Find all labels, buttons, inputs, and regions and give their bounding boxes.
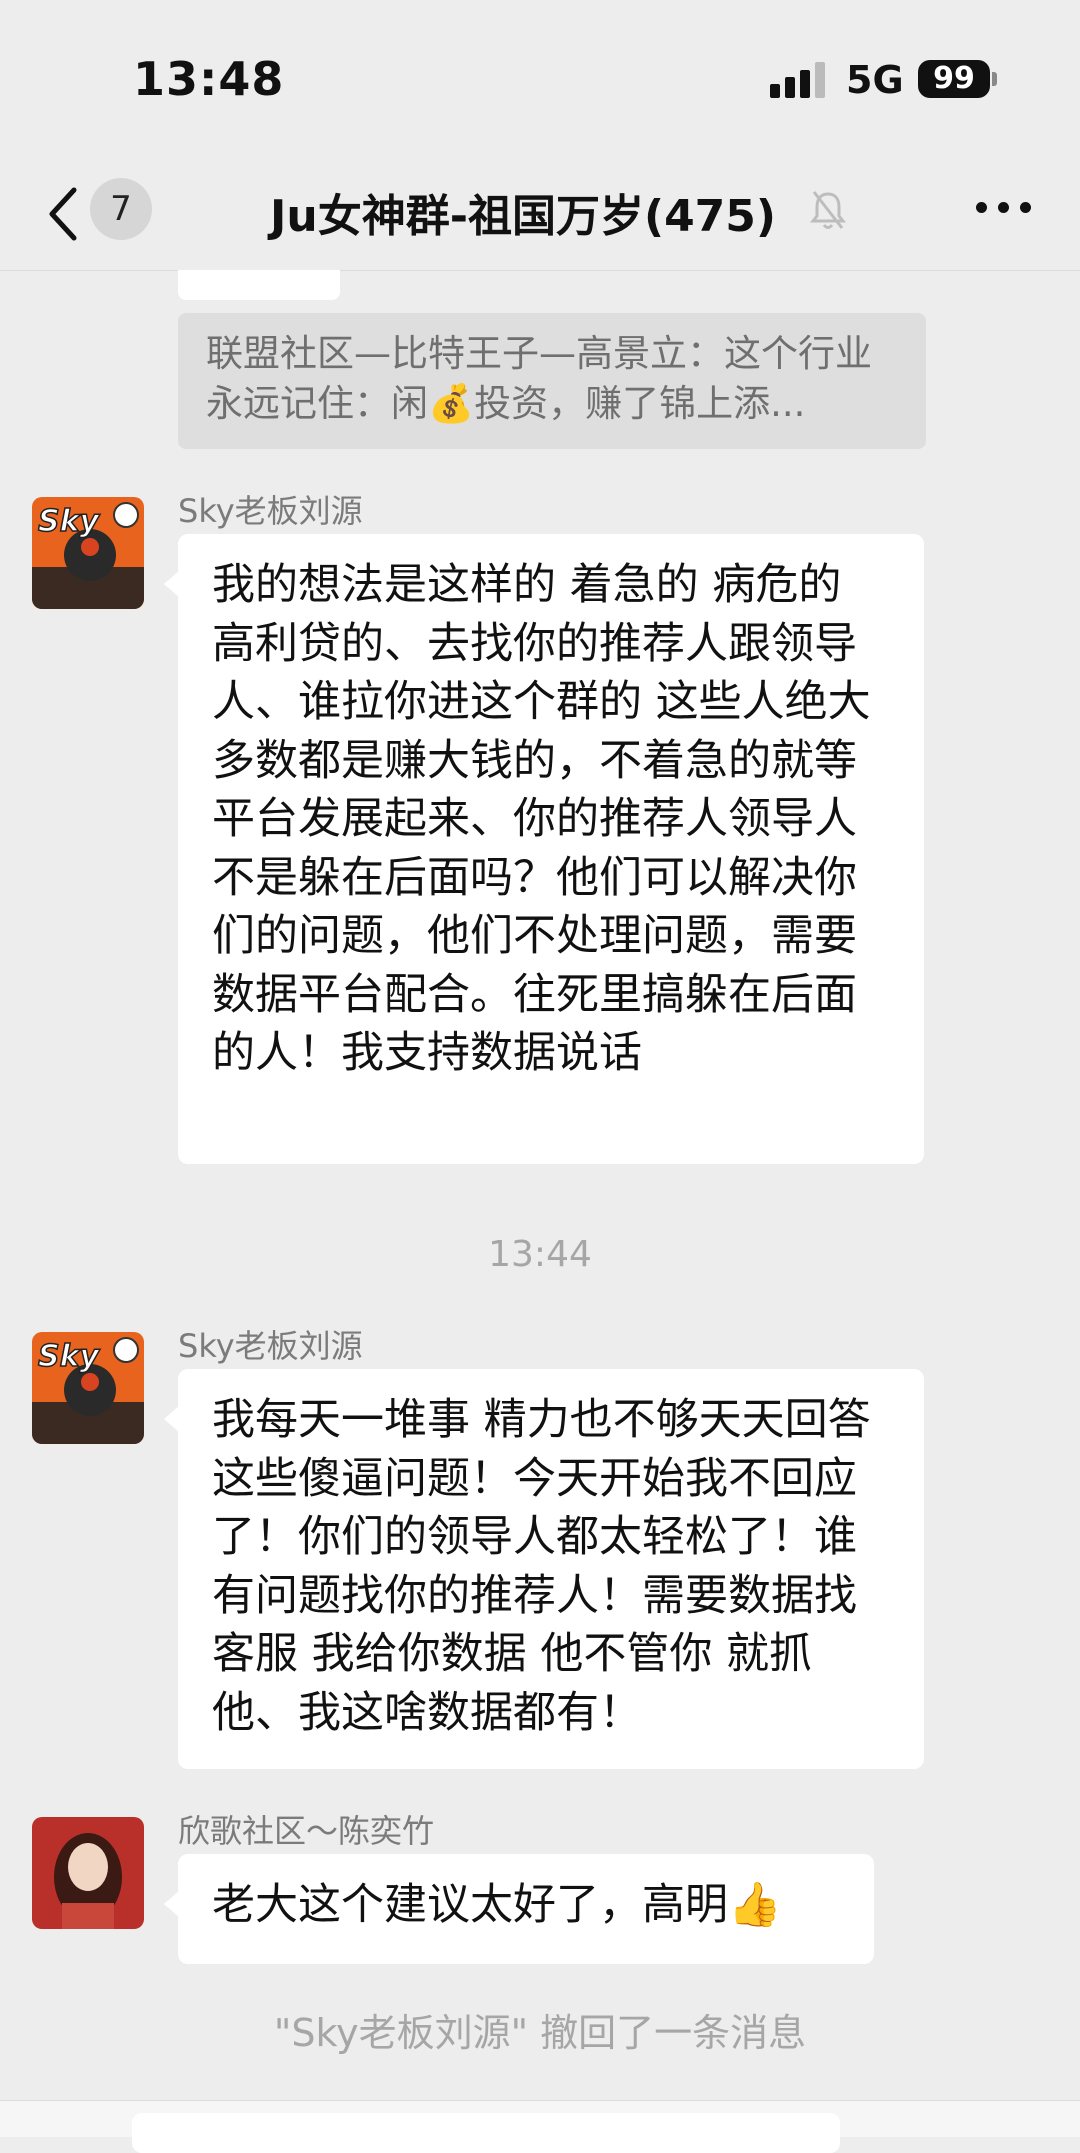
mute-bell-icon bbox=[810, 191, 846, 229]
back-arrow-icon[interactable] bbox=[40, 182, 90, 246]
message-sender[interactable]: Sky老板刘源 bbox=[178, 486, 363, 532]
message-text: 老大这个建议太好了，高明👍 bbox=[212, 1880, 782, 1930]
sky-avatar-image: Sky bbox=[32, 497, 144, 609]
avatar[interactable] bbox=[32, 1817, 144, 1929]
chat-title[interactable]: Ju女神群-祖国万岁(475) bbox=[270, 180, 776, 244]
status-time: 13:48 bbox=[133, 52, 285, 106]
message-text: 我的想法是这样的 着急的 病危的 高利贷的、去找你的推荐人跟领导人、谁拉你进这个… bbox=[212, 560, 871, 1078]
message-bubble[interactable]: 老大这个建议太好了，高明👍 bbox=[164, 1854, 874, 1964]
sky-avatar-image: Sky bbox=[32, 1332, 144, 1444]
battery-icon: 99 bbox=[918, 60, 990, 98]
message-sender[interactable]: Sky老板刘源 bbox=[178, 1321, 363, 1367]
input-bar bbox=[0, 2100, 1080, 2153]
chat-header: 7 Ju女神群-祖国万岁(475) bbox=[0, 160, 1080, 271]
unread-count-badge[interactable]: 7 bbox=[90, 178, 152, 240]
message-text: 我每天一堆事 精力也不够天天回答这些傻逼问题！今天开始我不回应了！你们的领导人都… bbox=[212, 1395, 871, 1738]
quoted-message-text: 联盟社区—比特王子—高景立：这个行业永远记住：闲💰投资，赚了锦上添... bbox=[206, 332, 872, 425]
avatar-label: Sky bbox=[38, 1339, 101, 1374]
message-bubble[interactable]: 我的想法是这样的 着急的 病危的 高利贷的、去找你的推荐人跟领导人、谁拉你进这个… bbox=[164, 534, 924, 1164]
message-input[interactable] bbox=[132, 2113, 840, 2153]
cellular-signal-icon bbox=[770, 62, 830, 98]
previous-message-bubble[interactable] bbox=[178, 270, 340, 300]
avatar-label: Sky bbox=[38, 504, 101, 539]
network-type: 5G bbox=[846, 58, 904, 102]
message-bubble[interactable]: 我每天一堆事 精力也不够天天回答这些傻逼问题！今天开始我不回应了！你们的领导人都… bbox=[164, 1369, 924, 1769]
more-options-icon[interactable] bbox=[976, 198, 1032, 218]
status-bar: 13:48 5G 99 bbox=[0, 0, 1080, 160]
quoted-message[interactable]: 联盟社区—比特王子—高景立：这个行业永远记住：闲💰投资，赚了锦上添... bbox=[178, 313, 926, 449]
battery-level: 99 bbox=[933, 61, 975, 96]
avatar[interactable]: Sky bbox=[32, 1332, 144, 1444]
avatar[interactable]: Sky bbox=[32, 497, 144, 609]
message-sender[interactable]: 欣歌社区～陈奕竹 bbox=[178, 1806, 434, 1852]
timestamp: 13:44 bbox=[488, 1234, 592, 1275]
user-avatar-image bbox=[32, 1817, 144, 1929]
recall-notice: "Sky老板刘源" 撤回了一条消息 bbox=[273, 2011, 807, 2055]
battery-tip bbox=[992, 72, 997, 86]
